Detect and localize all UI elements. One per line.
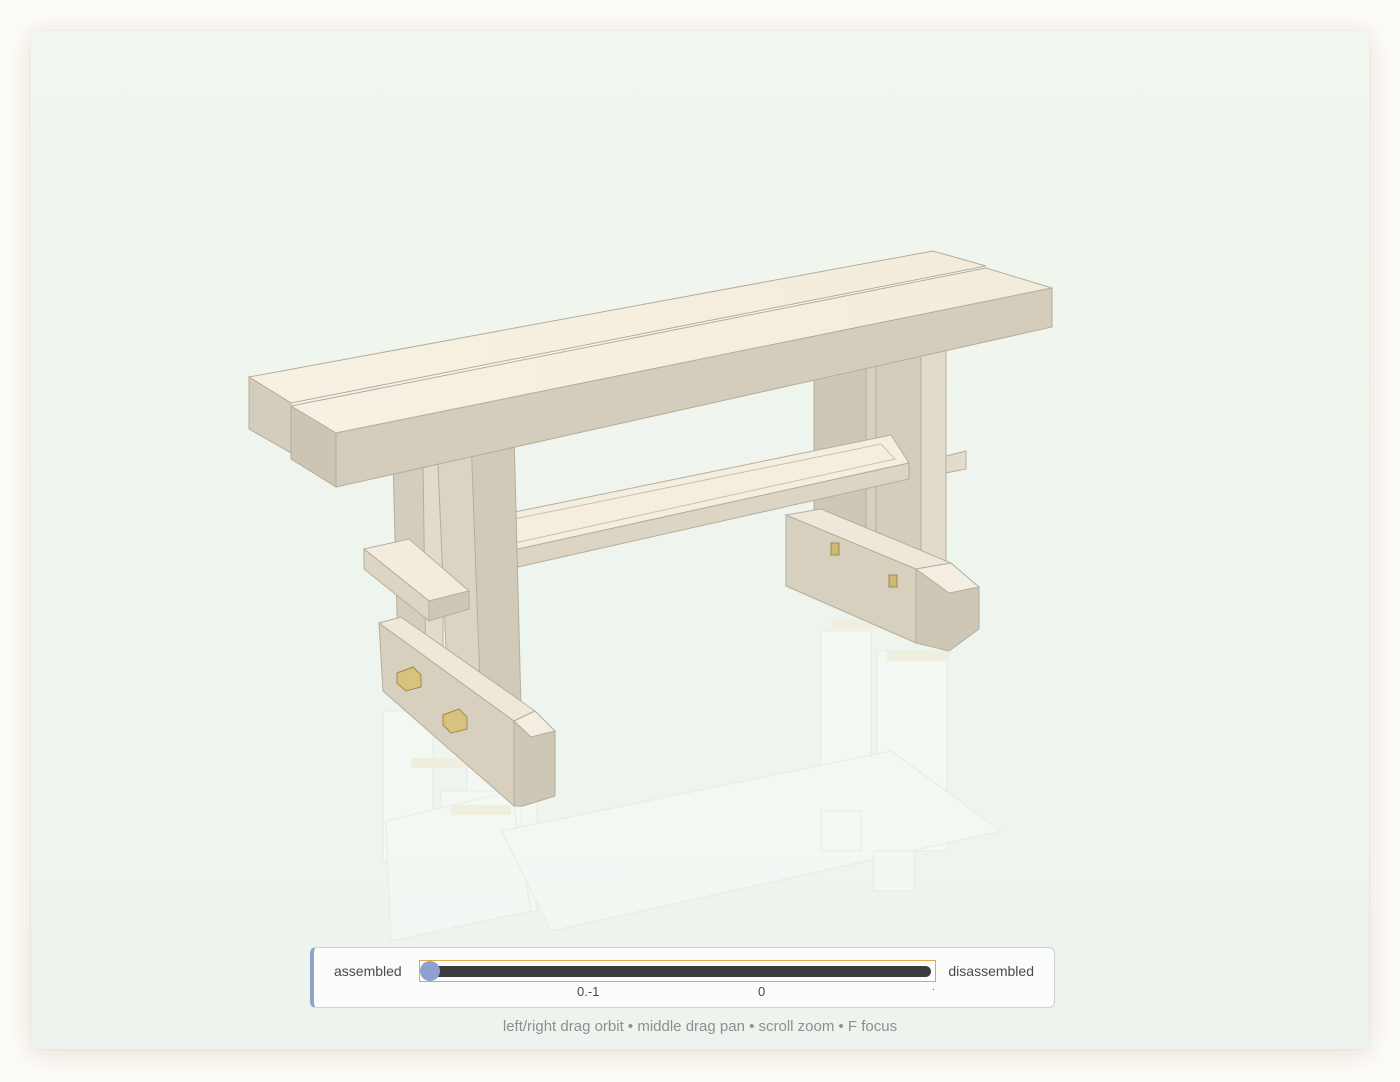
rail-stub-right <box>945 450 967 474</box>
slider-track[interactable] <box>424 966 931 977</box>
bench-model[interactable] <box>31 31 1369 1049</box>
assembly-slider-panel: assembled 0.-1 0 . disassembled <box>310 947 1055 1008</box>
3d-viewport[interactable] <box>31 31 1369 1049</box>
slider-tick-label: . <box>932 982 935 993</box>
assembly-slider[interactable] <box>419 960 936 982</box>
slider-tick-label: 0 <box>758 984 766 999</box>
controls-hint: left/right drag orbit • middle drag pan … <box>502 1018 898 1035</box>
slider-thumb[interactable] <box>420 961 440 981</box>
slider-tick-label: 0.-1 <box>577 984 600 999</box>
assembled-label: assembled <box>334 963 402 979</box>
disassembled-label: disassembled <box>948 963 1034 979</box>
viewer-frame: assembled 0.-1 0 . disassembled left/rig… <box>31 31 1369 1049</box>
